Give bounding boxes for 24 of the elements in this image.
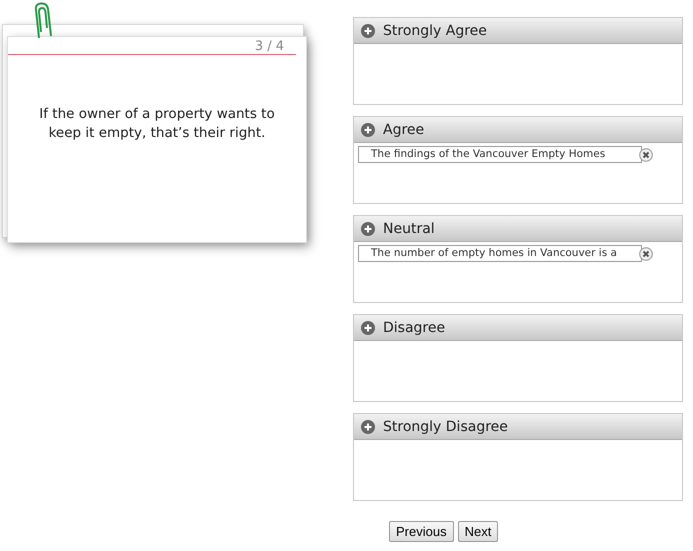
previous-button[interactable]: Previous — [389, 521, 454, 542]
plus-icon[interactable] — [361, 222, 375, 236]
card-counter: 3 / 4 — [8, 37, 296, 55]
drop-zone[interactable]: Agree The findings of the Vancouver Empty Homes — [353, 116, 683, 204]
drop-zone[interactable]: Strongly Agree — [353, 17, 683, 105]
category-title: Strongly Agree — [383, 22, 487, 38]
statement-chip[interactable]: The findings of the Vancouver Empty Homes — [358, 146, 642, 163]
next-button[interactable]: Next — [458, 521, 498, 542]
drop-zone[interactable]: Disagree — [353, 314, 683, 402]
plus-icon[interactable] — [361, 24, 375, 38]
drop-zone[interactable]: Strongly Disagree — [353, 413, 683, 501]
plus-icon[interactable] — [361, 420, 375, 434]
statement-text: If the owner of a property wants to keep it empty, that’s their right. — [38, 105, 276, 143]
category-title: Neutral — [383, 220, 435, 236]
statement-chip[interactable]: The number of empty homes in Vancouver is a — [358, 245, 642, 262]
plus-icon[interactable] — [361, 122, 375, 136]
drop-zone[interactable]: Neutral The number of empty homes in Vancouver is a — [353, 215, 683, 303]
category-title: Agree — [383, 122, 424, 138]
category-title: Disagree — [383, 320, 446, 336]
plus-icon[interactable] — [361, 320, 375, 334]
category-title: Strongly Disagree — [383, 418, 508, 434]
remove-icon[interactable] — [639, 246, 653, 260]
remove-icon[interactable] — [639, 148, 653, 162]
paperclip-icon — [33, 2, 55, 40]
